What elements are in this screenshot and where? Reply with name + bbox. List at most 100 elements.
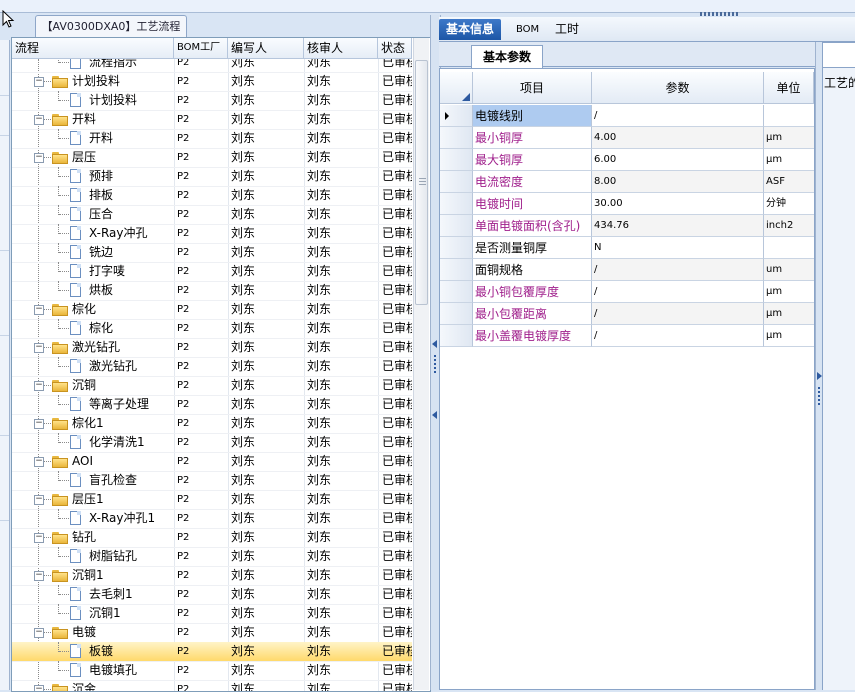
collapse-left-arrow-icon-2[interactable] (432, 411, 437, 419)
collapse-left-arrow-icon[interactable] (432, 340, 437, 348)
tab-basic-params[interactable]: 基本参数 (471, 45, 543, 68)
grid-header-item[interactable]: 项目 (473, 72, 592, 104)
tree-step-row[interactable]: X-Ray冲孔 P2 刘东 刘东 已审核 (12, 224, 412, 244)
process-flow-tab[interactable]: 【AV0300DXA0】工艺流程 (35, 15, 187, 38)
collapse-toggle-icon[interactable]: − (34, 571, 44, 581)
tree-folder-row[interactable]: − 沉金 P2 刘东 刘东 已审核 (12, 680, 412, 691)
row-selector[interactable] (440, 149, 473, 171)
param-value-cell[interactable]: 30.00 (592, 193, 764, 215)
tree-folder-row[interactable]: − AOI P2 刘东 刘东 已审核 (12, 452, 412, 472)
param-unit-cell[interactable]: μm (764, 149, 814, 171)
collapse-toggle-icon[interactable]: − (34, 115, 44, 125)
tree-folder-row[interactable]: − 棕化1 P2 刘东 刘东 已审核 (12, 414, 412, 434)
param-unit-cell[interactable]: ASF (764, 171, 814, 193)
row-selector[interactable] (440, 105, 473, 127)
tree-step-row[interactable]: 盲孔检查 P2 刘东 刘东 已审核 (12, 471, 412, 491)
tree-step-row[interactable]: 等离子处理 P2 刘东 刘东 已审核 (12, 395, 412, 415)
param-row[interactable]: 最小包覆距离 / μm (440, 303, 814, 325)
resize-grip[interactable] (700, 12, 740, 16)
param-value-cell[interactable]: / (592, 325, 764, 347)
tree-step-row[interactable]: 预排 P2 刘东 刘东 已审核 (12, 167, 412, 187)
param-unit-cell[interactable]: μm (764, 303, 814, 325)
collapse-toggle-icon[interactable]: − (34, 628, 44, 638)
row-selector[interactable] (440, 215, 473, 237)
tree-step-row[interactable]: 排板 P2 刘东 刘东 已审核 (12, 186, 412, 206)
param-row[interactable]: 最小铜包覆厚度 / μm (440, 281, 814, 303)
param-value-cell[interactable]: 434.76 (592, 215, 764, 237)
param-row[interactable]: 电流密度 8.00 ASF (440, 171, 814, 193)
collapse-toggle-icon[interactable]: − (34, 533, 44, 543)
tree-folder-row[interactable]: − 层压1 P2 刘东 刘东 已审核 (12, 490, 412, 510)
tree-folder-row[interactable]: − 沉铜 P2 刘东 刘东 已审核 (12, 376, 412, 396)
param-unit-cell[interactable]: um (764, 259, 814, 281)
collapse-toggle-icon[interactable]: − (34, 153, 44, 163)
tab-bom[interactable]: BOM (509, 19, 546, 40)
param-unit-cell[interactable]: μm (764, 325, 814, 347)
tree-step-row[interactable]: 打字唛 P2 刘东 刘东 已审核 (12, 262, 412, 282)
param-unit-cell[interactable]: μm (764, 127, 814, 149)
param-value-cell[interactable]: 8.00 (592, 171, 764, 193)
tree-step-row[interactable]: 激光钻孔 P2 刘东 刘东 已审核 (12, 357, 412, 377)
collapse-toggle-icon[interactable]: − (34, 381, 44, 391)
tree-step-row[interactable]: 树脂钻孔 P2 刘东 刘东 已审核 (12, 547, 412, 567)
row-selector[interactable] (440, 171, 473, 193)
tree-step-row[interactable]: 烘板 P2 刘东 刘东 已审核 (12, 281, 412, 301)
tree-step-row[interactable]: 棕化 P2 刘东 刘东 已审核 (12, 319, 412, 339)
param-row[interactable]: 最小铜厚 4.00 μm (440, 127, 814, 149)
param-value-cell[interactable]: / (592, 259, 764, 281)
tree-step-row[interactable]: 电镀填孔 P2 刘东 刘东 已审核 (12, 661, 412, 681)
row-selector[interactable] (440, 325, 473, 347)
param-row[interactable]: 电镀时间 30.00 分钟 (440, 193, 814, 215)
tree-step-row[interactable]: 压合 P2 刘东 刘东 已审核 (12, 205, 412, 225)
param-row[interactable]: 最大铜厚 6.00 μm (440, 149, 814, 171)
tree-step-row[interactable]: 沉铜1 P2 刘东 刘东 已审核 (12, 604, 412, 624)
grid-header-param[interactable]: 参数 (592, 72, 764, 104)
param-value-cell[interactable]: 4.00 (592, 127, 764, 149)
collapse-toggle-icon[interactable]: − (34, 685, 44, 691)
column-header-reviewer[interactable]: 核审人 (304, 38, 378, 58)
param-row[interactable]: 电镀线别 / (440, 105, 814, 127)
collapse-toggle-icon[interactable]: − (34, 457, 44, 467)
tree-step-row[interactable]: 板镀 P2 刘东 刘东 已审核 (12, 642, 412, 662)
tree-step-row[interactable]: 流程指示 P2 刘东 刘东 已审核 (12, 59, 412, 73)
param-row[interactable]: 是否测量铜厚 N (440, 237, 814, 259)
grid-corner[interactable] (440, 72, 473, 104)
tree-folder-row[interactable]: − 计划投料 P2 刘东 刘东 已审核 (12, 72, 412, 92)
param-value-cell[interactable]: / (592, 303, 764, 325)
param-unit-cell[interactable] (764, 237, 814, 259)
right-side-tab[interactable] (822, 42, 855, 68)
grid-header-unit[interactable]: 单位 (764, 72, 814, 104)
tab-work-hours[interactable]: 工时 (548, 19, 586, 40)
tree-folder-row[interactable]: − 开料 P2 刘东 刘东 已审核 (12, 110, 412, 130)
param-unit-cell[interactable]: μm (764, 281, 814, 303)
tree-folder-row[interactable]: − 棕化 P2 刘东 刘东 已审核 (12, 300, 412, 320)
param-value-cell[interactable]: 6.00 (592, 149, 764, 171)
collapse-toggle-icon[interactable]: − (34, 495, 44, 505)
tab-basic-info[interactable]: 基本信息 (439, 19, 502, 40)
param-value-cell[interactable]: / (592, 281, 764, 303)
collapse-toggle-icon[interactable]: − (34, 77, 44, 87)
param-unit-cell[interactable]: inch2 (764, 215, 814, 237)
param-row[interactable]: 最小盖覆电镀厚度 / μm (440, 325, 814, 347)
row-selector[interactable] (440, 127, 473, 149)
row-selector[interactable] (440, 303, 473, 325)
tree-step-row[interactable]: 计划投料 P2 刘东 刘东 已审核 (12, 91, 412, 111)
param-unit-cell[interactable] (764, 105, 814, 127)
tree-step-row[interactable]: 化学清洗1 P2 刘东 刘东 已审核 (12, 433, 412, 453)
param-value-cell[interactable]: N (592, 237, 764, 259)
collapse-toggle-icon[interactable]: − (34, 343, 44, 353)
column-header-bom-factory[interactable]: BOM工厂 (174, 38, 228, 58)
tree-folder-row[interactable]: − 激光钻孔 P2 刘东 刘东 已审核 (12, 338, 412, 358)
tree-folder-row[interactable]: − 电镀 P2 刘东 刘东 已审核 (12, 623, 412, 643)
tree-step-row[interactable]: 铣边 P2 刘东 刘东 已审核 (12, 243, 412, 263)
column-header-author[interactable]: 编写人 (228, 38, 304, 58)
collapse-toggle-icon[interactable]: − (34, 305, 44, 315)
row-selector[interactable] (440, 259, 473, 281)
tree-step-row[interactable]: 去毛刺1 P2 刘东 刘东 已审核 (12, 585, 412, 605)
tree-folder-row[interactable]: − 层压 P2 刘东 刘东 已审核 (12, 148, 412, 168)
tree-folder-row[interactable]: − 沉铜1 P2 刘东 刘东 已审核 (12, 566, 412, 586)
param-unit-cell[interactable]: 分钟 (764, 193, 814, 215)
param-row[interactable]: 面铜规格 / um (440, 259, 814, 281)
param-row[interactable]: 单面电镀面积(含孔) 434.76 inch2 (440, 215, 814, 237)
tree-step-row[interactable]: X-Ray冲孔1 P2 刘东 刘东 已审核 (12, 509, 412, 529)
